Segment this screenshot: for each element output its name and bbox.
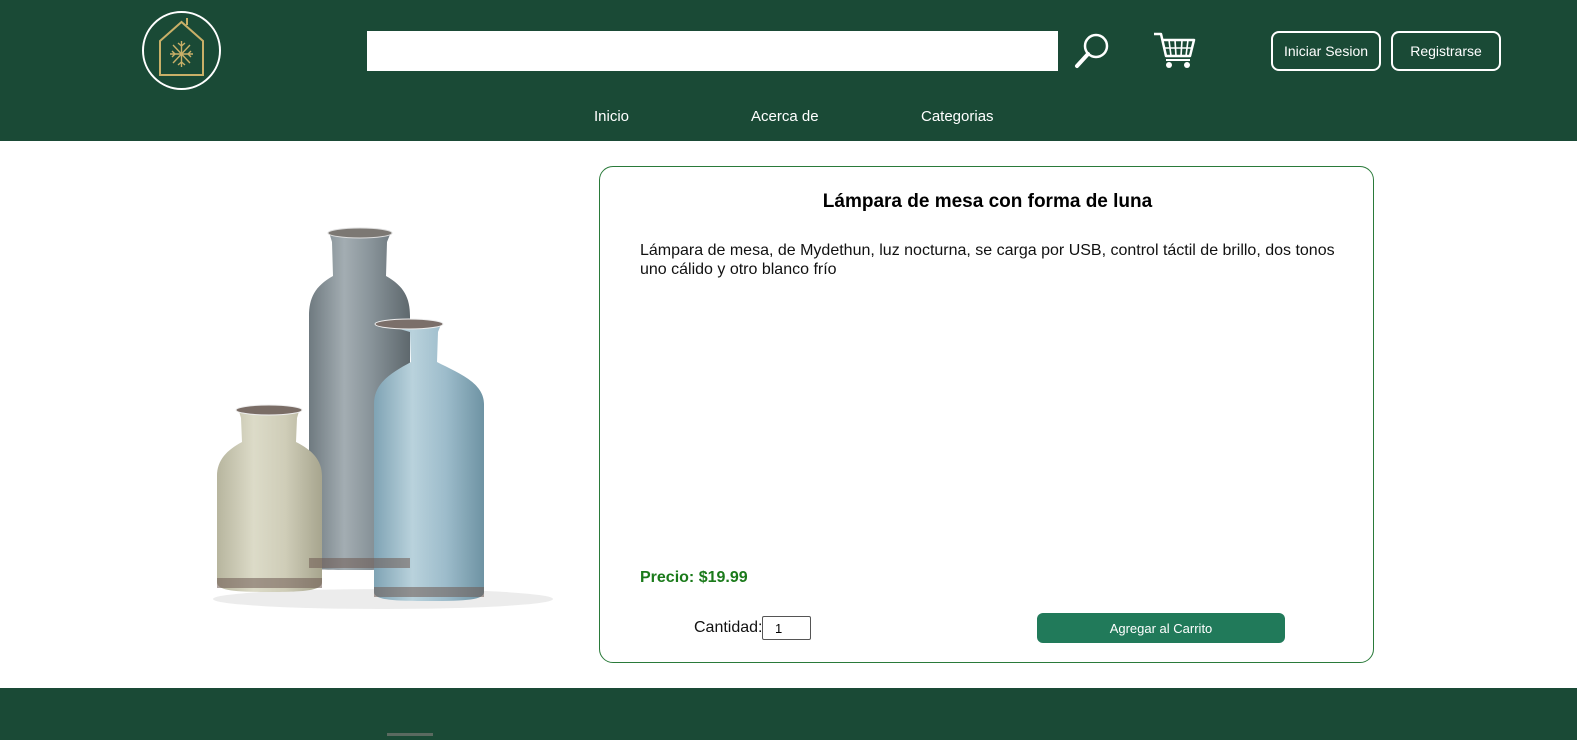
product-card: Lámpara de mesa con forma de luna Lámpar…	[599, 166, 1374, 663]
product-price: Precio: $19.99	[640, 569, 748, 586]
search-icon[interactable]	[1073, 31, 1113, 71]
shopping-cart-icon[interactable]	[1152, 30, 1196, 70]
product-image	[198, 214, 564, 614]
footer-divider	[387, 733, 433, 736]
search-input[interactable]	[367, 31, 1058, 71]
login-button[interactable]: Iniciar Sesion	[1271, 31, 1381, 71]
house-snowflake-logo-icon	[159, 18, 204, 76]
quantity-input[interactable]	[762, 616, 811, 640]
nav-link-acerca-de[interactable]: Acerca de	[751, 108, 819, 125]
product-title: Lámpara de mesa con forma de luna	[822, 191, 1153, 212]
site-header: Iniciar Sesion Registrarse Inicio Acerca…	[0, 0, 1577, 141]
site-footer	[0, 688, 1577, 740]
register-button[interactable]: Registrarse	[1391, 31, 1501, 71]
nav-link-inicio[interactable]: Inicio	[594, 108, 629, 125]
logo[interactable]	[142, 11, 221, 90]
quantity-label: Cantidad:	[694, 619, 763, 636]
product-description: Lámpara de mesa, de Mydethun, luz noctur…	[640, 242, 1335, 278]
add-to-cart-button[interactable]: Agregar al Carrito	[1037, 613, 1285, 643]
nav-link-categorias[interactable]: Categorias	[921, 108, 994, 125]
